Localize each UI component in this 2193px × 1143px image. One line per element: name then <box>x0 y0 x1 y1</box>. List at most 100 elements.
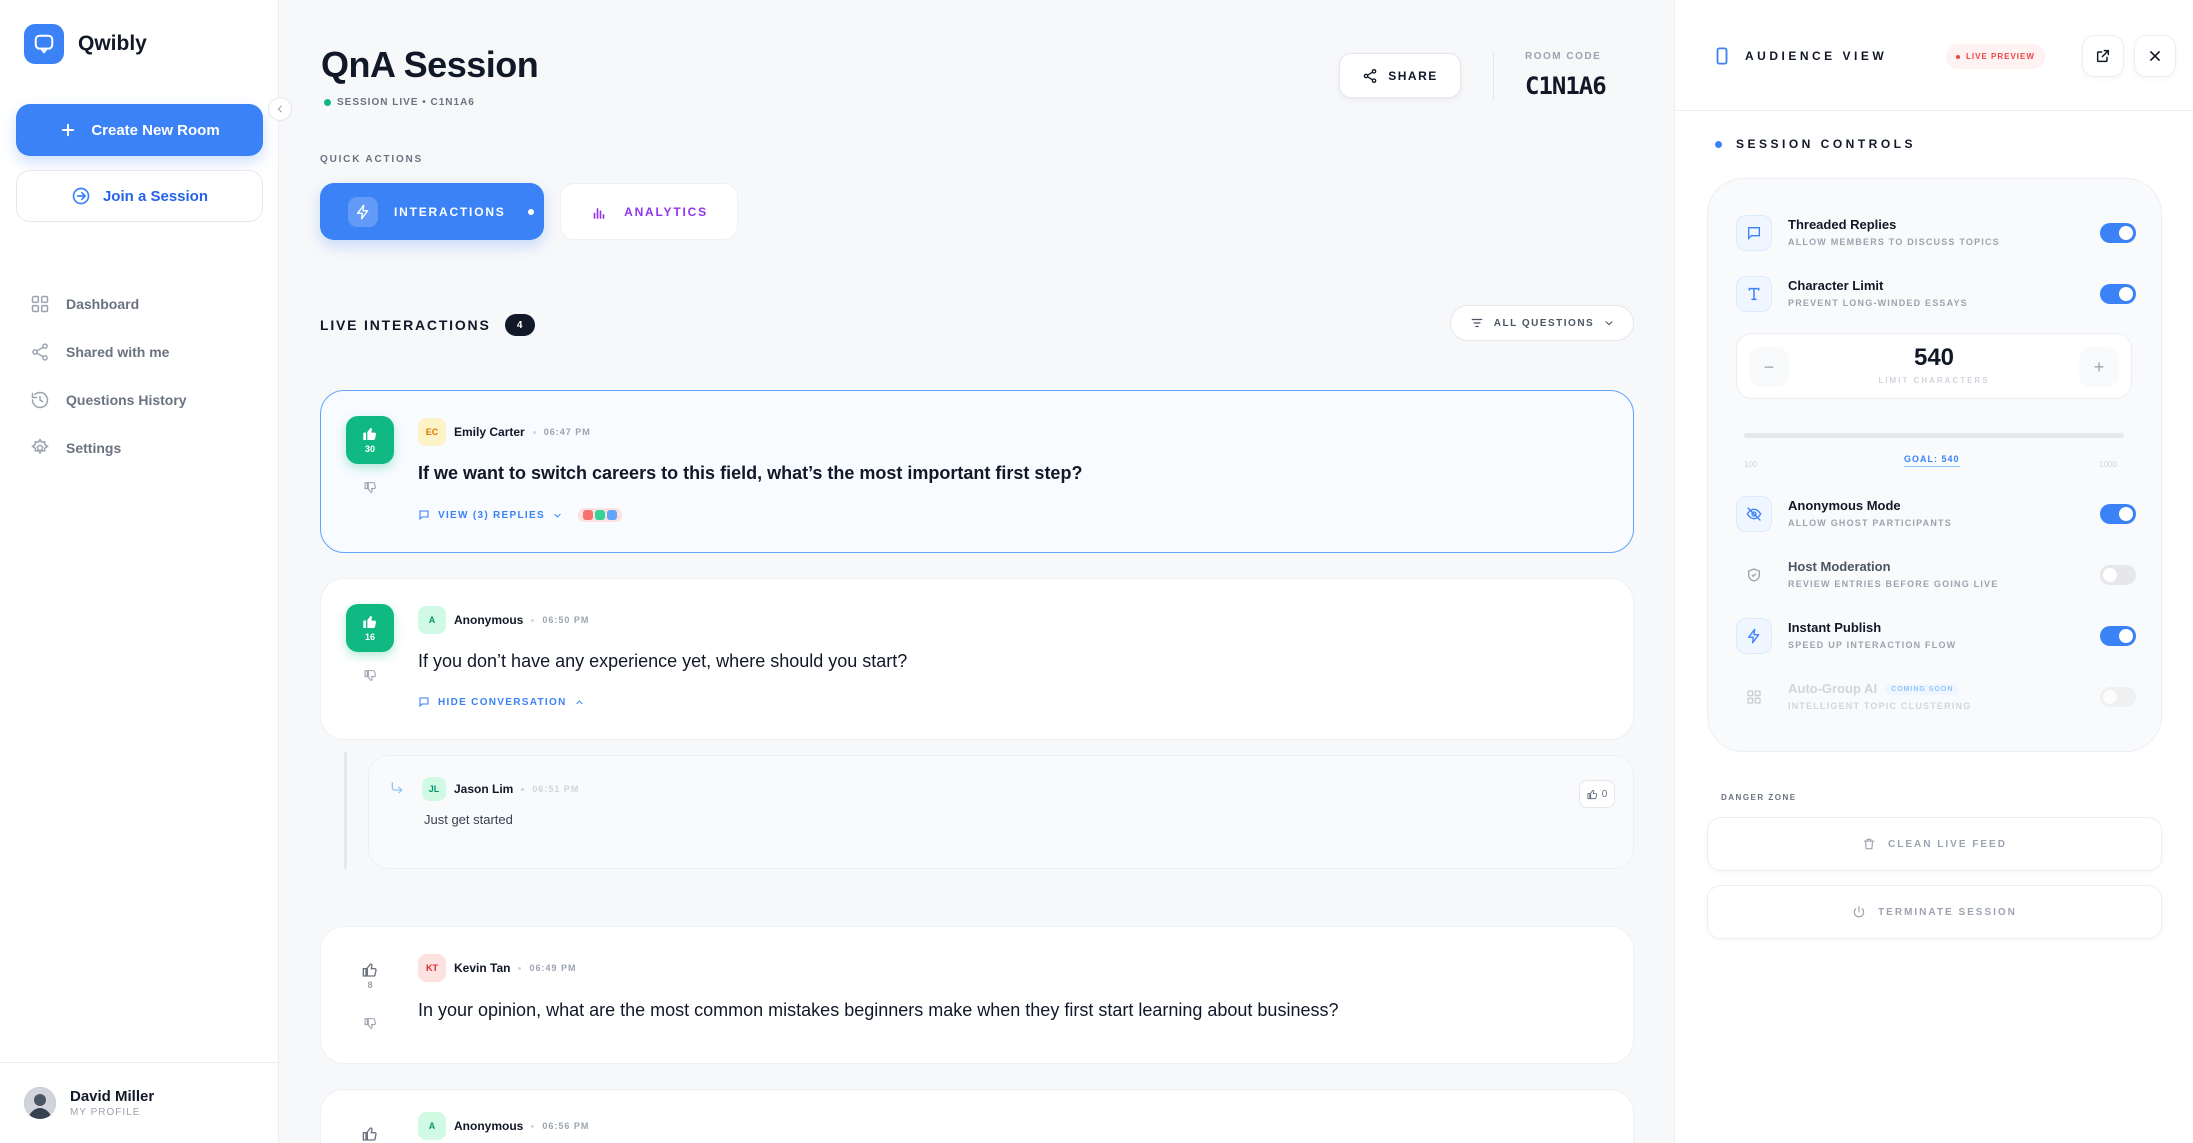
question-card[interactable]: 30 EC Emily Carter 06:47 PM If we want t… <box>320 390 1634 553</box>
upvote-button[interactable]: 30 <box>346 416 394 464</box>
author-avatar: JL <box>422 777 446 801</box>
instant-publish-toggle[interactable] <box>2100 626 2136 646</box>
message-square-icon <box>1736 215 1772 251</box>
sidebar-item-shared[interactable]: Shared with me <box>30 328 187 376</box>
separator-dot <box>531 1124 535 1128</box>
control-instant-publish: Instant Publish SPEED UP INTERACTION FLO… <box>1736 614 2136 658</box>
reply-like-count: 0 <box>1601 788 1608 800</box>
upvote-button[interactable] <box>346 1110 394 1143</box>
profile-subtitle: MY PROFILE <box>70 1107 141 1118</box>
host-moderation-toggle[interactable] <box>2100 565 2136 585</box>
separator-dot <box>518 966 522 970</box>
plus-icon: + <box>2093 356 2105 377</box>
thumbs-down-icon <box>364 1017 377 1030</box>
mini-avatar <box>582 510 593 520</box>
increment-button[interactable]: + <box>2079 347 2119 387</box>
live-dot <box>324 99 331 106</box>
room-code-value: C1N1A6 <box>1525 72 1607 100</box>
create-room-button[interactable]: Create New Room <box>16 104 263 156</box>
question-text: If you don’t have any experience yet, wh… <box>418 651 908 671</box>
limit-value: 540 <box>1913 344 1955 371</box>
threaded-replies-toggle[interactable] <box>2100 223 2136 243</box>
audience-view-panel: AUDIENCE VIEW LIVE PREVIEW SESSION CONTR… <box>1674 0 2193 1143</box>
upvote-button[interactable]: 16 <box>346 604 394 652</box>
session-controls-card: Threaded Replies ALLOW MEMBERS TO DISCUS… <box>1707 178 2162 752</box>
chevron-down-icon <box>1604 318 1614 328</box>
interactions-button[interactable]: INTERACTIONS <box>320 183 544 240</box>
downvote-button[interactable] <box>360 477 380 497</box>
separator-dot <box>521 787 525 791</box>
control-name: Auto-Group AI <box>1788 681 1878 696</box>
control-name: Instant Publish <box>1788 620 1882 635</box>
question-text: In your opinion, what are the most commo… <box>418 1000 1339 1020</box>
audience-view-title: AUDIENCE VIEW <box>1715 47 1887 65</box>
arrow-circle-icon <box>71 186 91 206</box>
author-avatar: KT <box>418 954 446 982</box>
sidebar-item-settings[interactable]: Settings <box>30 424 187 472</box>
gear-icon <box>30 438 50 458</box>
character-limit-toggle[interactable] <box>2100 284 2136 304</box>
profile[interactable]: David Miller MY PROFILE <box>0 1062 279 1143</box>
sidebar: Qwibly Create New Room Join a Session Da… <box>0 0 279 1143</box>
control-name: Anonymous Mode <box>1788 498 1901 513</box>
view-replies-button[interactable]: VIEW (3) REPLIES <box>418 508 622 522</box>
text-type-icon <box>1736 276 1772 312</box>
question-card[interactable]: 16 A Anonymous 06:50 PM If you don’t hav… <box>320 578 1634 740</box>
phone-icon <box>1715 47 1729 65</box>
upvote-button[interactable]: 8 <box>346 952 394 1000</box>
join-session-button[interactable]: Join a Session <box>16 170 263 222</box>
interaction-count-badge: 4 <box>504 314 535 336</box>
analytics-label: ANALYTICS <box>624 204 708 219</box>
interactions-label: INTERACTIONS <box>394 204 506 219</box>
chevron-left-icon <box>275 104 285 114</box>
reply-arrow-icon <box>389 780 405 796</box>
mini-avatar <box>606 510 617 520</box>
eye-off-icon <box>1736 496 1772 532</box>
question-author: A Anonymous 06:56 PM <box>418 1112 589 1140</box>
question-filter-dropdown[interactable]: ALL QUESTIONS <box>1450 305 1634 341</box>
control-threaded-replies: Threaded Replies ALLOW MEMBERS TO DISCUS… <box>1736 211 2136 255</box>
question-card[interactable]: A Anonymous 06:56 PM <box>320 1089 1634 1143</box>
reply-like-button[interactable]: 0 <box>1579 780 1615 808</box>
room-code[interactable]: C1N1A6 <box>1525 72 1607 100</box>
share-button[interactable]: SHARE <box>1339 53 1461 98</box>
control-host-moderation: Host Moderation REVIEW ENTRIES BEFORE GO… <box>1736 553 2136 597</box>
reply-card: JL Jason Lim 06:51 PM Just get started 0 <box>368 755 1634 869</box>
question-card[interactable]: 8 KT Kevin Tan 06:49 PM In your opinion,… <box>320 926 1634 1064</box>
sidebar-item-dashboard[interactable]: Dashboard <box>30 280 187 328</box>
analytics-button[interactable]: ANALYTICS <box>560 183 738 240</box>
limit-label: LIMIT CHARACTERS <box>1878 376 1990 385</box>
hide-conversation-button[interactable]: HIDE CONVERSATION <box>418 696 584 708</box>
slider-min: 100 <box>1744 460 1758 469</box>
author-avatar: A <box>418 606 446 634</box>
close-panel-button[interactable] <box>2134 35 2176 77</box>
live-preview-label: LIVE PREVIEW <box>1966 52 2035 61</box>
author-name: Anonymous <box>454 613 524 627</box>
comment-icon <box>418 696 430 708</box>
limit-slider[interactable] <box>1744 433 2124 438</box>
sidebar-item-label: Dashboard <box>66 296 140 312</box>
terminate-session-button[interactable]: TERMINATE SESSION <box>1707 885 2162 939</box>
question-author: EC Emily Carter 06:47 PM <box>418 418 591 446</box>
share-icon <box>30 342 50 362</box>
control-desc: INTELLIGENT TOPIC CLUSTERING <box>1788 701 1972 711</box>
lightning-icon <box>1736 618 1772 654</box>
downvote-button[interactable] <box>360 1013 380 1033</box>
question-time: 06:47 PM <box>543 427 591 437</box>
author-name: Jason Lim <box>454 782 514 796</box>
vote-count: 16 <box>364 632 375 642</box>
brand-name: Qwibly <box>78 32 147 55</box>
downvote-button[interactable] <box>360 665 380 685</box>
open-external-button[interactable] <box>2082 35 2124 77</box>
session-controls-label: SESSION CONTROLS <box>1736 137 1917 151</box>
clean-feed-button[interactable]: CLEAN LIVE FEED <box>1707 817 2162 871</box>
chevron-down-icon <box>553 511 562 520</box>
room-code-label: ROOM CODE <box>1525 51 1602 62</box>
collapse-sidebar-button[interactable] <box>268 97 292 121</box>
session-status: SESSION LIVE • C1N1A6 <box>324 97 475 108</box>
chevron-up-icon <box>575 698 584 707</box>
blue-dot <box>1715 140 1722 148</box>
anonymous-mode-toggle[interactable] <box>2100 504 2136 524</box>
brand[interactable]: Qwibly <box>24 24 147 64</box>
sidebar-item-history[interactable]: Questions History <box>30 376 187 424</box>
